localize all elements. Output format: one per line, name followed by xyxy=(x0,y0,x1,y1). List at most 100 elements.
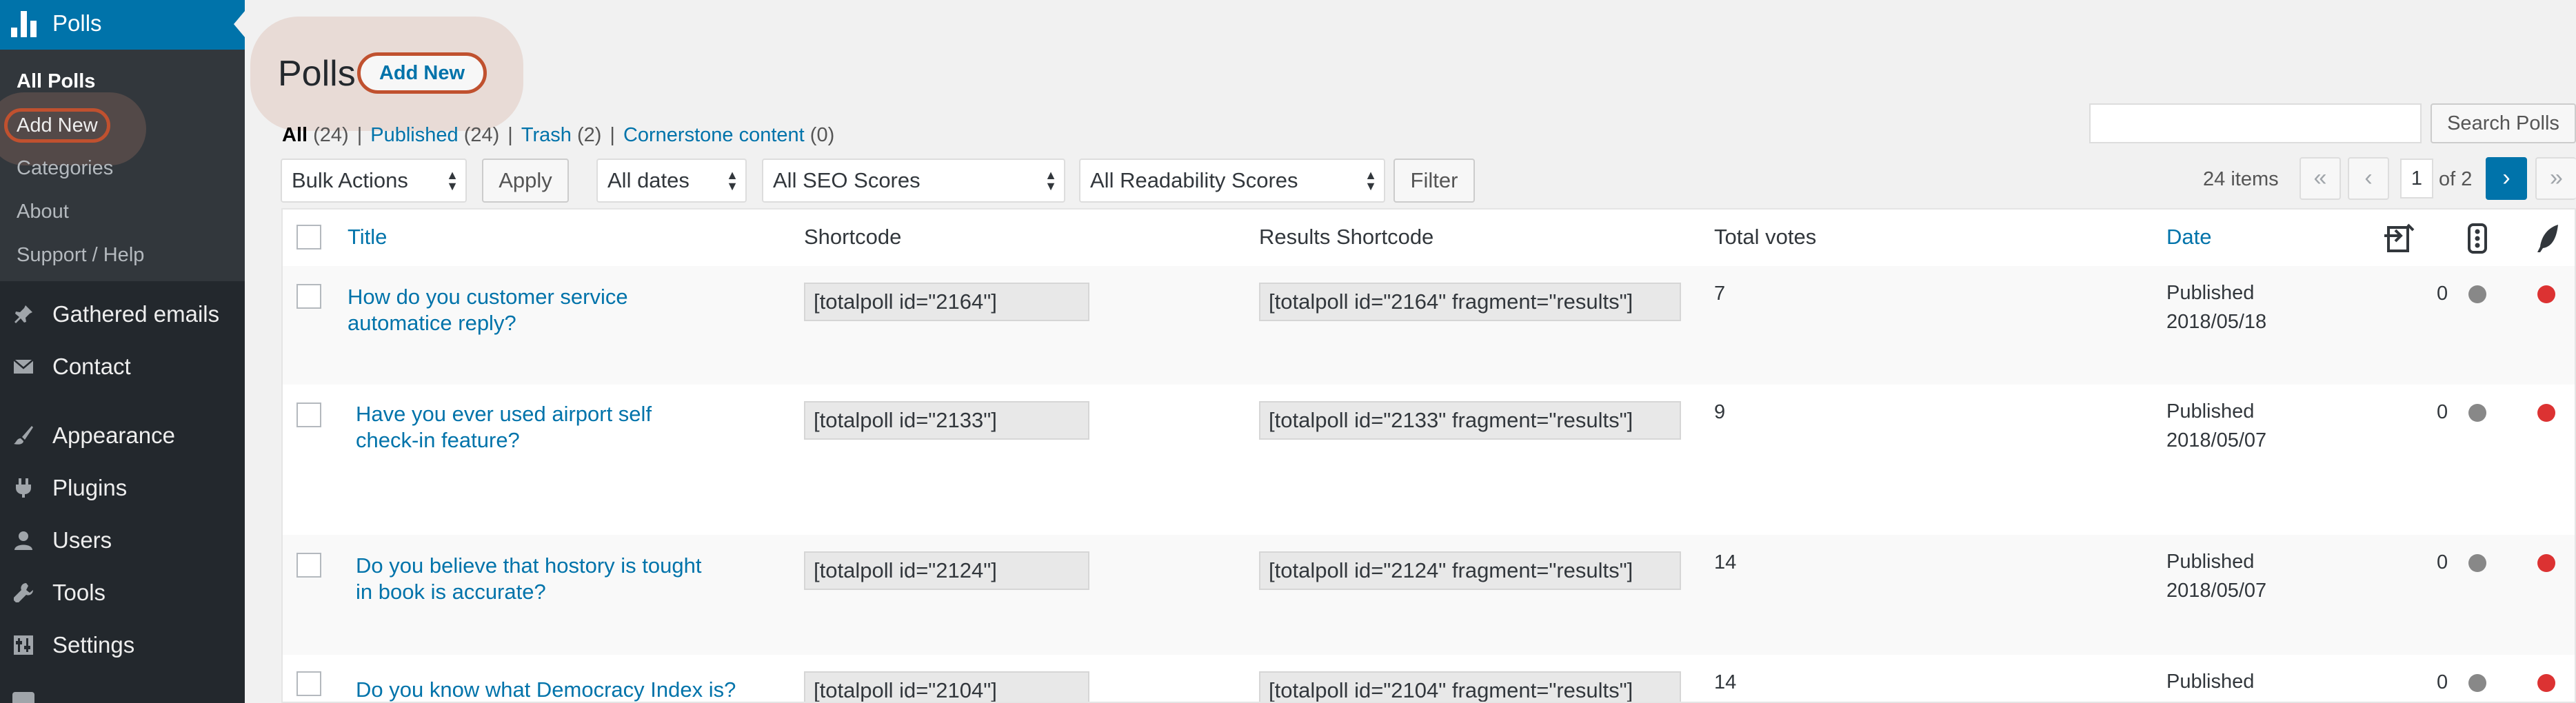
envelope-icon xyxy=(13,359,34,374)
sidebar-item-label: Settings xyxy=(52,632,135,658)
chart-bar-icon xyxy=(11,11,39,37)
submenu-support-help[interactable]: Support / Help xyxy=(17,241,144,269)
current-menu-arrow xyxy=(234,11,245,37)
column-title[interactable]: Title xyxy=(348,223,387,251)
table-row: Do you believe that hostory is tought in … xyxy=(283,535,2575,655)
sidebar-item-appearance[interactable]: Appearance xyxy=(0,415,245,456)
select-arrows-icon: ▲ ▼ xyxy=(1045,168,1057,193)
submenu-all-polls[interactable]: All Polls xyxy=(17,68,95,95)
column-date[interactable]: Date xyxy=(2166,223,2211,251)
table-row: How do you customer service automatice re… xyxy=(283,266,2575,385)
results-shortcode-field[interactable]: [totalpoll id="2104" fragment="results"] xyxy=(1259,671,1681,702)
prev-page-button[interactable]: ‹ xyxy=(2348,157,2389,200)
seo-traffic-light-icon xyxy=(2468,223,2487,254)
next-page-button[interactable]: › xyxy=(2486,157,2527,200)
collapse-icon xyxy=(12,692,34,703)
view-all[interactable]: All (24) xyxy=(282,124,349,146)
internal-links-count: 0 xyxy=(2437,551,2448,573)
sidebar-item-users[interactable]: Users xyxy=(0,520,245,561)
wrench-icon xyxy=(14,583,33,602)
internal-links-count: 0 xyxy=(2437,283,2448,305)
shortcode-field[interactable]: [totalpoll id="2164"] xyxy=(804,283,1089,321)
row-checkbox[interactable] xyxy=(296,403,321,427)
seo-score-dot xyxy=(2468,285,2486,303)
submenu-categories[interactable]: Categories xyxy=(17,154,113,182)
column-results-shortcode: Results Shortcode xyxy=(1259,225,1434,249)
current-page-input[interactable] xyxy=(2400,159,2433,198)
poll-title-link[interactable]: Do you believe that hostory is tought in … xyxy=(356,553,701,605)
publish-date: Published xyxy=(2166,671,2255,693)
seo-scores-select[interactable]: All SEO Scores ▲ ▼ xyxy=(762,159,1065,203)
row-checkbox[interactable] xyxy=(296,671,321,696)
publish-date: Published 2018/05/07 xyxy=(2166,400,2267,451)
shortcode-field[interactable]: [totalpoll id="2133"] xyxy=(804,401,1089,440)
add-new-button[interactable]: Add New xyxy=(357,52,487,94)
seo-score-dot xyxy=(2468,674,2486,692)
settings-sliders-icon xyxy=(14,635,33,655)
items-count: 24 items xyxy=(2203,168,2279,190)
apply-button[interactable]: Apply xyxy=(482,159,569,203)
total-votes: 9 xyxy=(1714,401,1726,423)
shortcode-field[interactable]: [totalpoll id="2124"] xyxy=(804,551,1089,590)
readability-score-dot xyxy=(2537,674,2555,692)
internal-links-count: 0 xyxy=(2437,401,2448,423)
sidebar-item-label: Gathered emails xyxy=(52,301,220,327)
poll-title-link[interactable]: Do you know what Democracy Index is? xyxy=(356,677,736,702)
view-published[interactable]: Published (24) xyxy=(370,124,499,146)
select-arrows-icon: ▲ ▼ xyxy=(1365,168,1377,193)
shortcode-field[interactable]: [totalpoll id="2104"] xyxy=(804,671,1089,702)
total-votes: 14 xyxy=(1714,551,1737,573)
select-arrows-icon: ▲ ▼ xyxy=(446,168,459,193)
publish-date: Published 2018/05/07 xyxy=(2166,551,2267,602)
submenu-add-new[interactable]: Add New xyxy=(17,112,98,139)
submenu-about[interactable]: About xyxy=(17,198,69,225)
sidebar-item-label: Contact xyxy=(52,354,131,379)
plug-icon xyxy=(16,478,31,498)
select-all-checkbox[interactable] xyxy=(296,225,321,249)
admin-sidebar: Polls All Polls Add New Categories About… xyxy=(0,0,245,703)
sidebar-item-contact[interactable]: Contact xyxy=(0,346,245,387)
poll-title-link[interactable]: How do you customer service automatice re… xyxy=(348,284,628,336)
sidebar-item-label: Tools xyxy=(52,580,106,605)
view-cornerstone[interactable]: Cornerstone content (0) xyxy=(623,124,834,146)
sidebar-item-settings[interactable]: Settings xyxy=(0,624,245,666)
row-checkbox[interactable] xyxy=(296,284,321,309)
sidebar-item-label: Polls xyxy=(52,10,102,36)
user-icon xyxy=(14,531,32,550)
table-row: Have you ever used airport self check-in … xyxy=(283,385,2575,535)
search-polls-button[interactable]: Search Polls xyxy=(2431,103,2576,143)
sidebar-item-plugins[interactable]: Plugins xyxy=(0,467,245,509)
main-content: Polls Add New All (24) | Published (24) | Tr… xyxy=(245,0,2576,703)
select-arrows-icon: ▲ ▼ xyxy=(726,168,738,193)
sidebar-item-label: Users xyxy=(52,527,112,553)
sidebar-item-label: Plugins xyxy=(52,475,128,500)
bulk-actions-select[interactable]: Bulk Actions ▲ ▼ xyxy=(281,159,467,203)
row-checkbox[interactable] xyxy=(296,553,321,578)
total-votes: 14 xyxy=(1714,671,1737,693)
first-page-button[interactable]: « xyxy=(2300,157,2341,200)
polls-table: Title Shortcode Results Shortcode Total … xyxy=(281,208,2576,703)
last-page-button[interactable]: » xyxy=(2535,157,2576,200)
view-trash[interactable]: Trash (2) xyxy=(521,124,602,146)
column-total-votes: Total votes xyxy=(1714,225,1817,249)
readability-score-dot xyxy=(2537,554,2555,572)
results-shortcode-field[interactable]: [totalpoll id="2164" fragment="results"] xyxy=(1259,283,1681,321)
seo-score-dot xyxy=(2468,404,2486,422)
readability-scores-select[interactable]: All Readability Scores ▲ ▼ xyxy=(1079,159,1385,203)
filter-button[interactable]: Filter xyxy=(1393,159,1475,203)
poll-title-link[interactable]: Have you ever used airport self check-in … xyxy=(356,401,652,454)
sidebar-item-tools[interactable]: Tools xyxy=(0,572,245,613)
total-pages: of 2 xyxy=(2439,168,2473,190)
page-title: Polls xyxy=(278,54,356,94)
post-status-views: All (24) | Published (24) | Trash (2) | Corner… xyxy=(282,124,835,146)
search-input[interactable] xyxy=(2089,103,2422,143)
sidebar-item-polls[interactable]: Polls xyxy=(0,0,245,50)
seo-score-dot xyxy=(2468,554,2486,572)
sidebar-item-gathered-emails[interactable]: Gathered emails xyxy=(0,294,245,335)
total-votes: 7 xyxy=(1714,283,1726,305)
results-shortcode-field[interactable]: [totalpoll id="2133" fragment="results"] xyxy=(1259,401,1681,440)
results-shortcode-field[interactable]: [totalpoll id="2124" fragment="results"] xyxy=(1259,551,1681,590)
dates-select[interactable]: All dates ▲ ▼ xyxy=(596,159,747,203)
table-row: Do you know what Democracy Index is? [to… xyxy=(283,655,2575,702)
readability-score-dot xyxy=(2537,285,2555,303)
